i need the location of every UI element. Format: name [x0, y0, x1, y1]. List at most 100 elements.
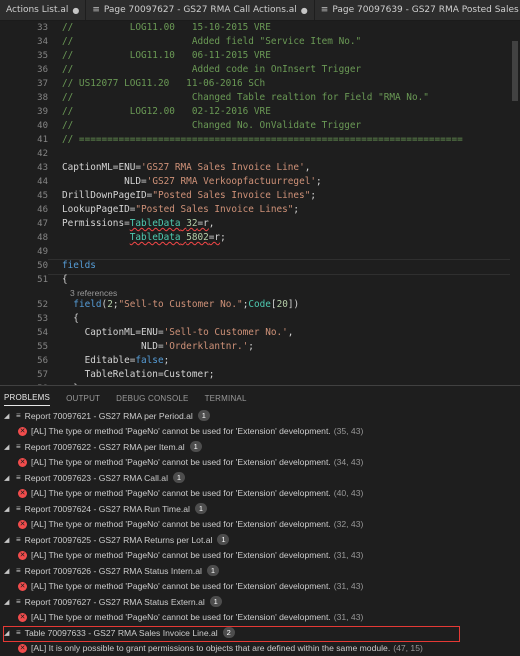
- code-line: // Added field "Service Item No.": [62, 36, 361, 47]
- editor-scrollbar[interactable]: [510, 21, 520, 385]
- problem-location: (31, 43): [334, 581, 364, 591]
- code-line: // LOG11.00 15-10-2015 VRE: [62, 22, 271, 33]
- chevron-down-icon[interactable]: ◢: [4, 443, 12, 451]
- code-line: DrillDownPageID="Posted Sales Invoice Li…: [62, 190, 316, 201]
- problem-location: (35, 43): [334, 426, 364, 436]
- line-number: 34: [0, 37, 48, 47]
- problem-item[interactable]: ✕[AL] The type or method 'PageNo' cannot…: [0, 455, 520, 471]
- al-file-icon: ≡: [16, 442, 21, 451]
- code-line: // Changed Table realtion for Field "RMA…: [62, 92, 429, 103]
- code-line: TableData 5802=r;: [62, 232, 226, 243]
- problem-message: [AL] The type or method 'PageNo' cannot …: [31, 457, 331, 467]
- problem-location: (40, 43): [334, 488, 364, 498]
- line-number: 43: [0, 163, 48, 173]
- error-icon: ✕: [18, 613, 27, 622]
- code-line: Editable=false;: [62, 355, 169, 366]
- problem-message: [AL] The type or method 'PageNo' cannot …: [31, 581, 331, 591]
- problem-file-row[interactable]: ◢≡Report 70097625 - GS27 RMA Returns per…: [0, 532, 520, 548]
- chevron-down-icon[interactable]: ◢: [4, 536, 12, 544]
- error-icon: ✕: [18, 489, 27, 498]
- error-icon: ✕: [18, 520, 27, 529]
- line-number: 41: [0, 135, 48, 145]
- problem-file-row[interactable]: ◢ ≡ Report 70097627 - GS27 RMA Status Exte…: [0, 594, 520, 610]
- problem-message: [AL] It is only possible to grant permis…: [31, 643, 390, 653]
- code-line: // US12077 LOG11.20 11-06-2016 SCh: [62, 78, 265, 89]
- al-file-icon: ≡: [16, 566, 21, 575]
- chevron-down-icon[interactable]: ◢: [4, 505, 12, 513]
- al-file-icon: ≡: [321, 5, 329, 15]
- problem-count-badge: 1: [207, 565, 219, 576]
- problem-location: (31, 43): [334, 550, 364, 560]
- al-file-icon: ≡: [92, 5, 100, 15]
- error-icon: ✕: [18, 644, 27, 653]
- line-number: 42: [0, 149, 48, 159]
- problem-file-name: Report 70097627 - GS27 RMA Status Extern…: [25, 597, 205, 607]
- line-number: 38: [0, 93, 48, 103]
- problem-message: [AL] The type or method 'PageNo' cannot …: [31, 550, 331, 560]
- current-line-highlight: [48, 259, 520, 275]
- line-number: 55: [0, 342, 48, 352]
- editor-tab[interactable]: Actions List.al●: [0, 0, 86, 20]
- code-line: // =====================================…: [62, 134, 463, 145]
- code-editor[interactable]: 33// LOG11.00 15-10-2015 VRE34// Added f…: [0, 21, 520, 385]
- al-file-icon: ≡: [16, 504, 21, 513]
- problem-item[interactable]: ✕ [AL] The type or method 'PageNo' cannot…: [0, 517, 520, 533]
- editor-tab[interactable]: ≡Page 70097627 - GS27 RMA Call Actions.a…: [86, 0, 314, 20]
- highlight-box: [3, 626, 460, 642]
- editor-tab-label: Page 70097639 - GS27 RMA Posted Sales In…: [332, 5, 520, 15]
- problem-item[interactable]: ✕ [AL] The type or method 'PageNo' cannot…: [0, 579, 520, 595]
- problem-count-badge: 1: [190, 441, 202, 452]
- line-number: 52: [0, 300, 48, 310]
- problem-item[interactable]: ✕ [AL] The type or method 'PageNo' cannot…: [0, 486, 520, 502]
- scrollbar-thumb[interactable]: [512, 41, 518, 101]
- unsaved-dot-icon[interactable]: ●: [301, 6, 308, 15]
- problem-item[interactable]: ✕ [AL] The type or method 'PageNo' cannot…: [0, 610, 520, 626]
- chevron-down-icon[interactable]: ◢: [4, 567, 12, 575]
- problem-item[interactable]: ✕ [AL] The type or method 'PageNo' cannot…: [0, 548, 520, 564]
- problem-count-badge: 1: [173, 472, 185, 483]
- problem-file-row[interactable]: ◢≡Report 70097622 - GS27 RMA per Item.al…: [0, 439, 520, 455]
- code-line: fields: [62, 260, 96, 271]
- problem-message: [AL] The type or method 'PageNo' cannot …: [31, 612, 331, 622]
- editor-tab[interactable]: ≡Page 70097639 - GS27 RMA Posted Sales I…: [315, 0, 520, 20]
- problem-file-name: Report 70097623 - GS27 RMA Call.al: [25, 473, 168, 483]
- line-number: 53: [0, 314, 48, 324]
- panel-tab-debug-console[interactable]: DEBUG CONSOLE: [116, 389, 188, 406]
- problem-file-row[interactable]: ◢≡Report 70097624 - GS27 RMA Run Time.al…: [0, 501, 520, 517]
- problem-location: (31, 43): [334, 612, 364, 622]
- panel-tab-bar: PROBLEMS OUTPUT DEBUG CONSOLE TERMINAL: [0, 386, 520, 408]
- chevron-down-icon[interactable]: ◢: [4, 412, 12, 420]
- problem-file-row[interactable]: ◢≡Report 70097621 - GS27 RMA per Period.…: [0, 408, 520, 424]
- problem-count-badge: 1: [217, 534, 229, 545]
- code-line: // Added code in OnInsert Trigger: [62, 64, 361, 75]
- chevron-down-icon[interactable]: ◢: [4, 474, 12, 482]
- panel-tab-problems[interactable]: PROBLEMS: [4, 388, 50, 406]
- line-number: 39: [0, 107, 48, 117]
- problem-count-badge: 1: [198, 410, 210, 421]
- panel-tab-output[interactable]: OUTPUT: [66, 389, 100, 406]
- codelens-references[interactable]: 3 references: [70, 288, 117, 298]
- problem-message: [AL] The type or method 'PageNo' cannot …: [31, 426, 331, 436]
- problem-file-name: Report 70097625 - GS27 RMA Returns per L…: [25, 535, 213, 545]
- al-file-icon: ≡: [16, 597, 21, 606]
- problem-file-row[interactable]: ◢≡Report 70097623 - GS27 RMA Call.al1: [0, 470, 520, 486]
- code-line: field(2;"Sell-to Customer No.";Code[20]): [62, 299, 299, 310]
- chevron-down-icon[interactable]: ◢: [4, 598, 12, 606]
- problem-message: [AL] The type or method 'PageNo' cannot …: [31, 519, 331, 529]
- problems-list: ◢≡Report 70097621 - GS27 RMA per Period.…: [0, 408, 520, 656]
- problem-count-badge: 1: [210, 596, 222, 607]
- problem-message: [AL] The type or method 'PageNo' cannot …: [31, 488, 331, 498]
- problem-file-row[interactable]: ◢≡Report 70097626 - GS27 RMA Status Inte…: [0, 563, 520, 579]
- line-number: 57: [0, 370, 48, 380]
- panel-tab-terminal[interactable]: TERMINAL: [205, 389, 247, 406]
- error-icon: ✕: [18, 551, 27, 560]
- code-line: // Changed No. OnValidate Trigger: [62, 120, 361, 131]
- problem-item[interactable]: ✕[AL] The type or method 'PageNo' cannot…: [0, 424, 520, 440]
- unsaved-dot-icon[interactable]: ●: [72, 6, 79, 15]
- code-line: LookupPageID="Posted Sales Invoice Lines…: [62, 204, 299, 215]
- problem-item[interactable]: ✕ [AL] It is only possible to grant permi…: [0, 641, 520, 656]
- line-number: 54: [0, 328, 48, 338]
- error-icon: ✕: [18, 582, 27, 591]
- problem-location: (47, 15): [393, 643, 423, 653]
- code-line: {: [62, 274, 68, 285]
